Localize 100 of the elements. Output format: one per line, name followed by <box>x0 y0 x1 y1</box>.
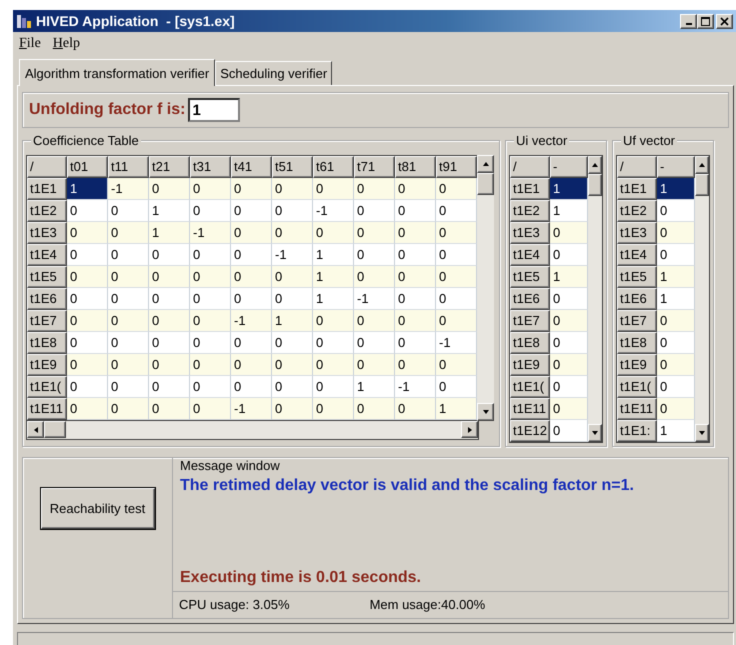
table-cell[interactable]: 1 <box>149 222 190 244</box>
column-header[interactable]: t01 <box>67 156 108 178</box>
row-header[interactable]: t1E7 <box>510 310 550 332</box>
scroll-up-button[interactable] <box>695 156 709 174</box>
row-header[interactable]: t1E9 <box>510 354 550 376</box>
table-cell[interactable]: 0 <box>436 266 477 288</box>
table-cell[interactable]: 0 <box>67 354 108 376</box>
row-header[interactable]: t1E3 <box>510 222 550 244</box>
row-header[interactable]: t1E4 <box>27 244 67 266</box>
table-cell[interactable]: 0 <box>550 310 588 332</box>
table-cell[interactable]: 0 <box>272 222 313 244</box>
row-header[interactable]: t1E1( <box>510 376 550 398</box>
horizontal-scrollbar[interactable] <box>26 421 479 440</box>
table-cell[interactable]: 0 <box>190 266 231 288</box>
column-header[interactable]: - <box>550 156 588 178</box>
table-cell[interactable]: 0 <box>313 310 354 332</box>
table-cell[interactable]: 0 <box>67 398 108 420</box>
row-header[interactable]: t1E7 <box>617 310 657 332</box>
row-header[interactable]: t1E5 <box>510 266 550 288</box>
column-header[interactable]: t41 <box>231 156 272 178</box>
table-cell[interactable]: 1 <box>657 178 695 200</box>
unfolding-factor-field[interactable]: 1 <box>188 98 240 122</box>
table-cell[interactable]: 1 <box>313 266 354 288</box>
table-cell[interactable]: 0 <box>354 310 395 332</box>
vertical-scrollbar[interactable] <box>588 156 602 442</box>
row-header[interactable]: t1E8 <box>27 332 67 354</box>
row-header[interactable]: t1E7 <box>27 310 67 332</box>
table-cell[interactable]: 0 <box>67 266 108 288</box>
row-header[interactable]: t1E6 <box>510 288 550 310</box>
table-cell[interactable]: 0 <box>395 178 436 200</box>
scroll-thumb[interactable] <box>588 174 602 196</box>
table-cell[interactable]: 0 <box>149 398 190 420</box>
row-header[interactable]: t1E1( <box>27 376 67 398</box>
table-cell[interactable]: 1 <box>550 266 588 288</box>
column-header[interactable]: t81 <box>395 156 436 178</box>
table-cell[interactable]: 0 <box>550 222 588 244</box>
row-header[interactable]: t1E9 <box>617 354 657 376</box>
row-header[interactable]: t1E6 <box>617 288 657 310</box>
table-cell[interactable]: 0 <box>657 222 695 244</box>
table-cell[interactable]: 1 <box>657 266 695 288</box>
table-cell[interactable]: -1 <box>231 310 272 332</box>
table-cell[interactable]: 0 <box>190 354 231 376</box>
scroll-down-button[interactable] <box>588 424 602 442</box>
table-cell[interactable]: 0 <box>231 354 272 376</box>
row-header[interactable]: t1E5 <box>27 266 67 288</box>
table-cell[interactable]: 0 <box>272 354 313 376</box>
column-header[interactable]: t31 <box>190 156 231 178</box>
scroll-down-button[interactable] <box>695 424 709 442</box>
scroll-up-button[interactable] <box>477 155 494 173</box>
table-cell[interactable]: 0 <box>108 222 149 244</box>
table-cell[interactable]: 0 <box>313 178 354 200</box>
table-cell[interactable]: 0 <box>231 178 272 200</box>
table-cell[interactable]: 0 <box>657 354 695 376</box>
row-header[interactable]: t1E1( <box>617 376 657 398</box>
scroll-up-button[interactable] <box>588 156 602 174</box>
table-cell[interactable]: 0 <box>657 398 695 420</box>
column-header[interactable]: t21 <box>149 156 190 178</box>
menu-item[interactable]: Help <box>52 36 80 52</box>
table-cell[interactable]: 0 <box>231 266 272 288</box>
scroll-thumb[interactable] <box>477 173 494 195</box>
column-header[interactable]: t61 <box>313 156 354 178</box>
table-cell[interactable]: 0 <box>190 310 231 332</box>
vertical-scrollbar[interactable] <box>477 155 494 421</box>
table-cell[interactable]: -1 <box>190 222 231 244</box>
row-header[interactable]: t1E1 <box>617 178 657 200</box>
reachability-test-button[interactable]: Reachability test <box>40 488 154 529</box>
table-cell[interactable]: 0 <box>190 178 231 200</box>
table-cell[interactable]: -1 <box>108 178 149 200</box>
table-cell[interactable]: 0 <box>67 222 108 244</box>
table-cell[interactable]: 0 <box>354 266 395 288</box>
tab[interactable]: Scheduling verifier <box>215 61 332 85</box>
row-header[interactable]: t1E11 <box>617 398 657 420</box>
table-cell[interactable]: 0 <box>272 398 313 420</box>
column-header[interactable]: t11 <box>108 156 149 178</box>
table-cell[interactable]: 0 <box>272 266 313 288</box>
minimize-button[interactable] <box>680 14 697 28</box>
maximize-button[interactable] <box>697 14 714 28</box>
row-header[interactable]: t1E2 <box>27 200 67 222</box>
table-cell[interactable]: 0 <box>272 178 313 200</box>
row-header[interactable]: t1E11 <box>27 398 67 420</box>
column-header[interactable]: t71 <box>354 156 395 178</box>
row-header[interactable]: t1E4 <box>510 244 550 266</box>
scroll-left-button[interactable] <box>27 421 44 438</box>
table-cell[interactable]: 0 <box>550 398 588 420</box>
row-header[interactable]: t1E5 <box>617 266 657 288</box>
menu-item[interactable]: File <box>19 36 41 52</box>
table-cell[interactable]: 0 <box>436 178 477 200</box>
row-header[interactable]: t1E1 <box>27 178 67 200</box>
table-cell[interactable]: 0 <box>657 310 695 332</box>
table-cell[interactable]: 0 <box>313 222 354 244</box>
table-cell[interactable]: 0 <box>354 398 395 420</box>
row-header[interactable]: t1E6 <box>27 288 67 310</box>
row-header[interactable]: t1E3 <box>27 222 67 244</box>
scroll-down-button[interactable] <box>477 403 494 421</box>
table-cell[interactable]: 0 <box>395 310 436 332</box>
table-cell[interactable]: 0 <box>108 398 149 420</box>
table-cell[interactable]: 0 <box>108 354 149 376</box>
table-cell[interactable]: 1 <box>436 398 477 420</box>
table-cell[interactable]: 0 <box>231 222 272 244</box>
scroll-thumb[interactable] <box>44 421 66 438</box>
